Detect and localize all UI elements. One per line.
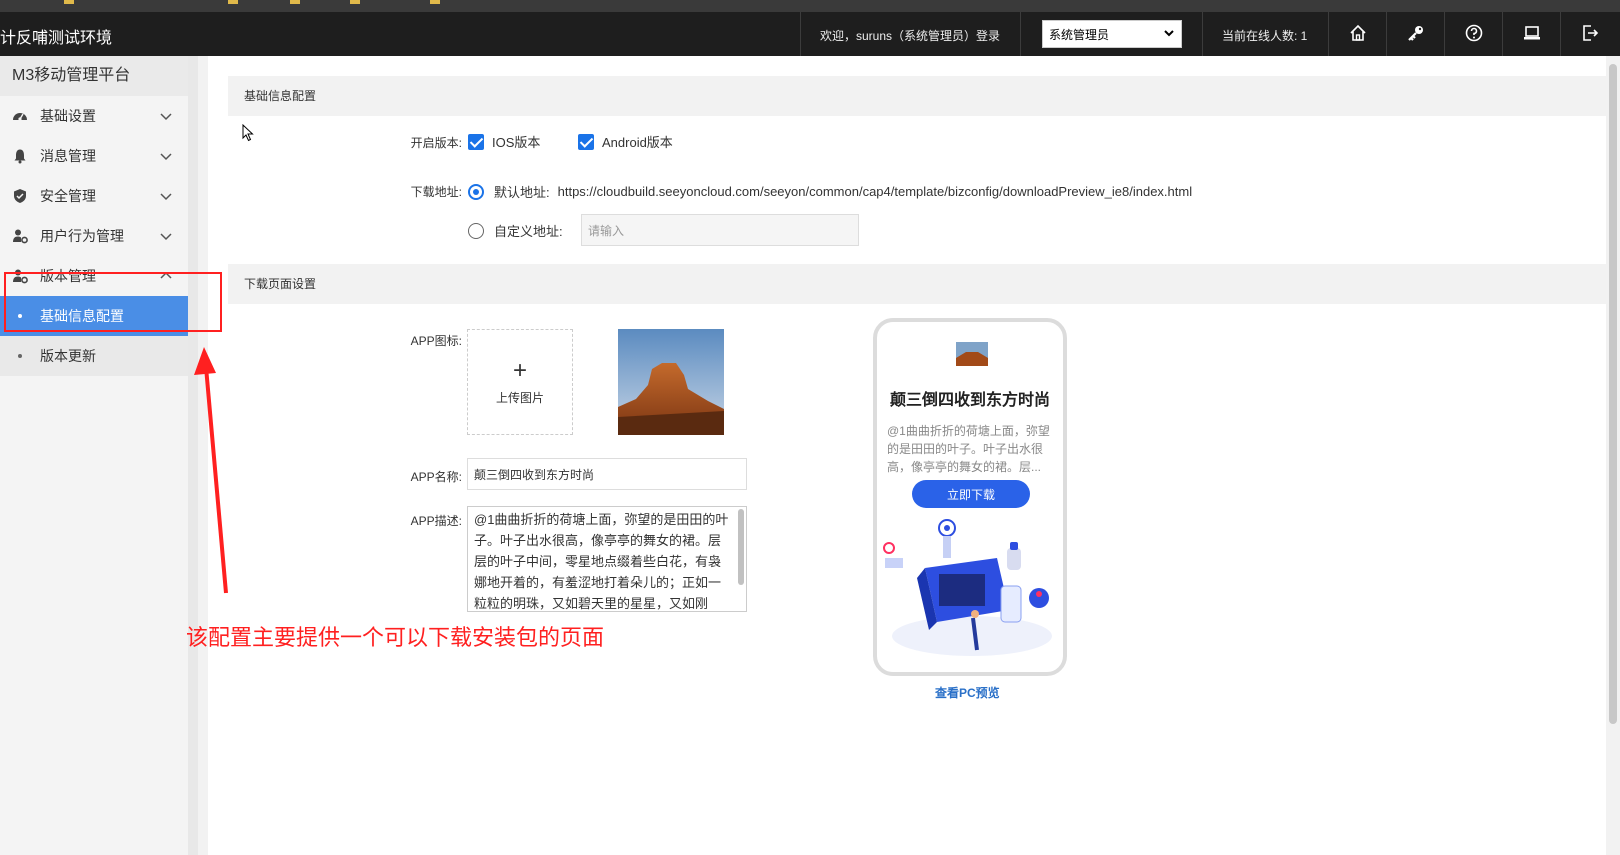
download-label: 下载地址: bbox=[410, 185, 462, 199]
role-select-value: 系统管理员 bbox=[1049, 27, 1110, 42]
home-button[interactable] bbox=[1330, 12, 1386, 56]
pc-preview-link[interactable]: 查看PC预览 bbox=[935, 684, 1000, 701]
textarea-scrollbar[interactable] bbox=[738, 509, 744, 585]
chevron-down-icon bbox=[158, 188, 174, 204]
upload-label: 上传图片 bbox=[495, 390, 544, 405]
app-icon-thumbnail[interactable] bbox=[618, 329, 724, 435]
version-label: 开启版本: bbox=[410, 136, 462, 150]
app-desc-textarea[interactable]: @1曲曲折折的荷塘上面，弥望的是田田的叶子。叶子出水很高，像亭亭的舞女的裙。层层… bbox=[467, 506, 747, 612]
annotation-highlight-box bbox=[4, 272, 222, 332]
platform-brand: M3移动管理平台 bbox=[0, 56, 188, 96]
dashboard-icon bbox=[12, 108, 28, 124]
default-url-radio[interactable] bbox=[468, 183, 484, 200]
divider bbox=[1328, 12, 1329, 56]
preview-title: 颠三倒四收到东方时尚 bbox=[889, 392, 1050, 409]
sidebar-item-user-behavior[interactable]: 用户行为管理 bbox=[0, 216, 188, 256]
key-icon bbox=[1406, 23, 1426, 46]
chevron-down-icon bbox=[1163, 27, 1175, 42]
welcome-text: 欢迎，suruns（系统管理员）登录 bbox=[820, 29, 1001, 43]
default-url-value: https://cloudbuild.seeyoncloud.com/seeyo… bbox=[557, 184, 1193, 199]
sidebar-item-label: 基础设置 bbox=[40, 108, 96, 124]
section-basic-info-header: 基础信息配置 bbox=[228, 76, 1606, 116]
role-select[interactable]: 系统管理员 bbox=[1042, 20, 1182, 48]
preview-app-icon bbox=[956, 342, 988, 366]
sidebar-item-security[interactable]: 安全管理 bbox=[0, 176, 188, 216]
page-scrollbar[interactable] bbox=[1606, 56, 1620, 855]
custom-url-row[interactable]: 自定义地址: bbox=[468, 221, 563, 240]
custom-url-radio[interactable] bbox=[468, 222, 484, 239]
sidebar-subitem-version-update[interactable]: 版本更新 bbox=[0, 336, 188, 376]
android-checkbox[interactable] bbox=[578, 133, 594, 150]
divider bbox=[1502, 12, 1503, 56]
app-name-label: APP名称: bbox=[410, 470, 462, 484]
plus-icon: + bbox=[512, 356, 527, 384]
preview-desc: @1曲曲折折的荷塘上面，弥望的是田田的叶子。叶子出水很高，像亭亭的舞女的裙。层.… bbox=[887, 424, 1050, 474]
ios-checkbox-row[interactable]: IOS版本 bbox=[468, 132, 540, 151]
upload-image-button[interactable]: + 上传图片 bbox=[467, 329, 573, 435]
sidebar-item-basic-settings[interactable]: 基础设置 bbox=[0, 96, 188, 136]
mouse-cursor-icon bbox=[242, 124, 254, 142]
shield-icon bbox=[12, 188, 28, 204]
sidebar-item-label: 用户行为管理 bbox=[40, 228, 124, 244]
home-icon bbox=[1348, 23, 1368, 46]
chevron-down-icon bbox=[158, 108, 174, 124]
divider bbox=[1202, 12, 1203, 56]
app-desc-value: @1曲曲折折的荷塘上面，弥望的是田田的叶子。叶子出水很高，像亭亭的舞女的裙。层层… bbox=[474, 512, 729, 611]
password-button[interactable] bbox=[1388, 12, 1444, 56]
android-checkbox-row[interactable]: Android版本 bbox=[578, 132, 673, 151]
online-count: 当前在线人数: 1 bbox=[1222, 29, 1308, 43]
sidebar: M3移动管理平台 基础设置 消息管理 安全管理 用户行为管理 版本管理 基础信息… bbox=[0, 56, 198, 855]
divider bbox=[1020, 12, 1021, 56]
laptop-icon bbox=[1522, 23, 1542, 46]
illustration-robot-image bbox=[883, 519, 1052, 656]
tab-hint bbox=[350, 0, 360, 4]
top-navbar: 计反哺测试环境 欢迎，suruns（系统管理员）登录 系统管理员 当前在线人数:… bbox=[0, 12, 1620, 56]
annotation-arrow bbox=[194, 347, 228, 594]
divider bbox=[800, 12, 801, 56]
custom-url-label: 自定义地址: bbox=[494, 224, 563, 239]
tab-hint bbox=[430, 0, 440, 4]
logout-button[interactable] bbox=[1562, 12, 1618, 56]
main-content: 基础信息配置 开启版本: IOS版本 Android版本 下载地址: 默认地址:… bbox=[208, 56, 1620, 855]
tab-hint bbox=[64, 0, 74, 4]
bell-icon bbox=[12, 148, 28, 164]
android-label: Android版本 bbox=[602, 135, 673, 150]
browser-tab-strip bbox=[0, 0, 1620, 12]
sidebar-item-message[interactable]: 消息管理 bbox=[0, 136, 188, 176]
section-download-page-header: 下载页面设置 bbox=[228, 264, 1606, 304]
divider bbox=[1386, 12, 1387, 56]
user-gear-icon bbox=[12, 228, 28, 244]
default-url-row[interactable]: 默认地址: https://cloudbuild.seeyoncloud.com… bbox=[468, 182, 1192, 201]
bullet-dot bbox=[18, 354, 22, 358]
help-icon bbox=[1464, 23, 1484, 46]
preview-download-button[interactable]: 立即下载 bbox=[912, 480, 1030, 508]
logout-icon bbox=[1580, 23, 1600, 46]
app-desc-label: APP描述: bbox=[410, 514, 462, 528]
scrollbar-thumb[interactable] bbox=[1609, 64, 1617, 724]
desktop-button[interactable] bbox=[1504, 12, 1560, 56]
app-title: 计反哺测试环境 bbox=[0, 30, 113, 47]
sidebar-item-label: 安全管理 bbox=[40, 188, 96, 204]
default-url-label: 默认地址: bbox=[494, 185, 550, 200]
annotation-text: 该配置主要提供一个可以下载安装包的页面 bbox=[186, 625, 605, 650]
divider bbox=[1560, 12, 1561, 56]
help-button[interactable] bbox=[1446, 12, 1502, 56]
divider bbox=[1444, 12, 1445, 56]
sidebar-subitem-label: 版本更新 bbox=[40, 348, 96, 364]
tab-hint bbox=[228, 0, 238, 4]
tab-hint bbox=[290, 0, 300, 4]
custom-url-input[interactable]: 请输入 bbox=[581, 214, 859, 246]
app-name-input[interactable]: 颠三倒四收到东方时尚 bbox=[467, 458, 747, 490]
mobile-preview: 颠三倒四收到东方时尚 @1曲曲折折的荷塘上面，弥望的是田田的叶子。叶子出水很高，… bbox=[873, 318, 1067, 676]
sidebar-item-label: 消息管理 bbox=[40, 148, 96, 164]
ios-label: IOS版本 bbox=[492, 135, 541, 150]
chevron-down-icon bbox=[158, 148, 174, 164]
chevron-down-icon bbox=[158, 228, 174, 244]
ios-checkbox[interactable] bbox=[468, 133, 484, 150]
app-icon-label: APP图标: bbox=[410, 334, 462, 348]
